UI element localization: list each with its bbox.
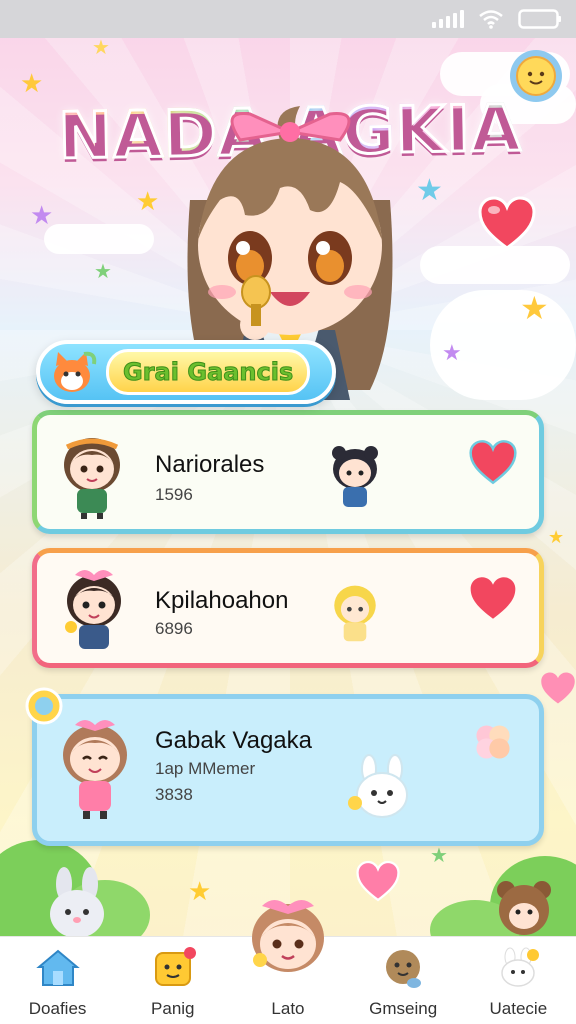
favorite-heart-icon[interactable] — [469, 575, 517, 621]
avatar — [332, 446, 378, 507]
card-title: Gabak Vagaka — [155, 727, 312, 754]
nav-label: Panig — [151, 999, 195, 1018]
avatar — [63, 720, 127, 819]
star-icon: ★ — [430, 845, 448, 867]
pin-icon — [25, 687, 63, 725]
nav-label: Doafies — [28, 999, 87, 1018]
avatar — [65, 570, 121, 649]
list-card[interactable]: Nariorales 1596 — [32, 410, 544, 534]
star-icon: ★ — [92, 37, 110, 59]
signal-icon — [432, 10, 464, 28]
star-icon: ★ — [520, 290, 549, 326]
nav-item-home[interactable]: Doafies — [3, 937, 113, 1019]
card-count: 3838 — [155, 785, 193, 804]
smiley-box-icon — [154, 947, 196, 986]
bunny-mascot — [348, 754, 408, 818]
star-icon: ★ — [94, 261, 112, 283]
card-meta: 1ap MMemer — [155, 759, 256, 778]
nav-label: Uatecie — [489, 999, 548, 1018]
favorite-heart-icon[interactable] — [469, 439, 517, 485]
fox-icon — [54, 351, 97, 392]
card-title: Kpilahoahon — [155, 587, 289, 614]
star-icon: ★ — [188, 876, 212, 906]
star-icon: ★ — [548, 527, 565, 547]
section-title: Grai Gaancis — [106, 349, 311, 395]
bear-icon — [497, 881, 551, 935]
bear-icon — [386, 950, 422, 988]
nav-label: Lato — [271, 999, 305, 1018]
bunny-icon — [501, 947, 540, 987]
nav-item-panig[interactable]: Panig — [118, 937, 228, 1019]
cloud-decoration — [44, 224, 154, 254]
avatar — [334, 585, 376, 642]
list-card[interactable]: Gabak Vagaka 1ap MMemer 3838 — [32, 694, 544, 846]
sun-icon[interactable] — [508, 48, 564, 104]
nav-label: Gmseing — [369, 999, 438, 1018]
status-bar — [0, 0, 576, 38]
card-title: Nariorales — [155, 451, 265, 478]
card-count: 1596 — [155, 485, 193, 504]
battery-icon — [518, 8, 562, 30]
mascot-icon[interactable] — [240, 888, 336, 984]
heart-icon — [356, 860, 400, 906]
star-icon: ★ — [442, 340, 462, 365]
star-icon: ★ — [20, 68, 44, 98]
avatar — [64, 438, 120, 519]
wifi-icon — [478, 9, 504, 29]
flower-icon[interactable] — [469, 719, 517, 765]
star-icon: ★ — [30, 200, 54, 230]
heart-icon — [478, 196, 536, 254]
nav-item-uatecie[interactable]: Uatecie — [463, 937, 573, 1019]
section-banner[interactable]: Grai Gaancis — [36, 340, 336, 404]
nav-item-gmseing[interactable]: Gmseing — [348, 937, 458, 1019]
bunny-icon — [50, 867, 104, 938]
card-count: 6896 — [155, 619, 193, 638]
home-icon — [35, 949, 80, 986]
heart-icon — [540, 668, 576, 712]
list-card[interactable]: Kpilahoahon 6896 — [32, 548, 544, 668]
